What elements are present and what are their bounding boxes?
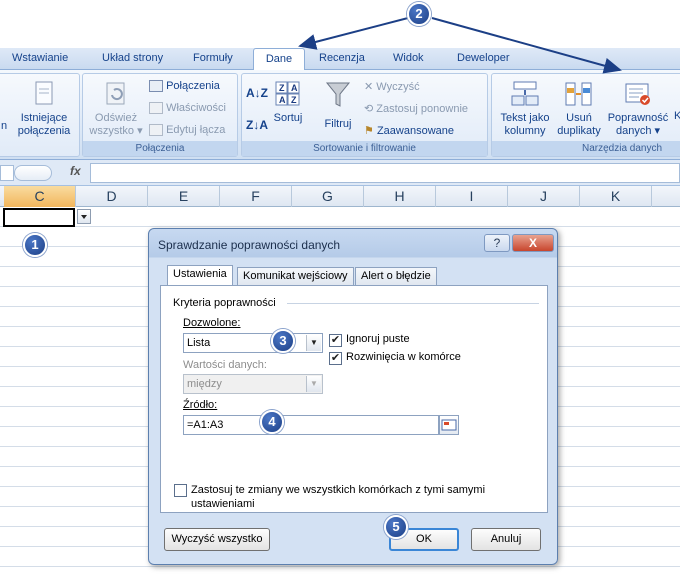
allow-select[interactable]: Lista ▼ [183,333,323,353]
source-label: Źródło: [183,399,218,411]
in-cell-dropdown-checkbox[interactable]: ✔ [329,352,342,365]
callout-badge-1: 1 [23,233,47,257]
close-button[interactable]: X [512,234,554,252]
collapse-dialog-icon [441,419,457,431]
callout-badge-2: 2 [407,2,431,26]
source-input[interactable]: =A1:A3 [183,415,439,435]
data-label: Wartości danych: [183,359,267,371]
ignore-blank-checkbox[interactable]: ✔ [329,334,342,347]
help-button[interactable]: ? [484,234,510,252]
callout-badge-4: 4 [260,410,284,434]
ignore-blank-label: Ignoruj puste [346,333,410,345]
data-select: między ▼ [183,374,323,394]
chevron-down-icon[interactable]: ▼ [306,335,321,351]
allow-value: Lista [187,337,211,349]
chevron-down-icon: ▼ [306,376,321,392]
data-value: między [187,378,222,390]
tab-settings[interactable]: Ustawienia [167,265,233,286]
callout-badge-3: 3 [271,329,295,353]
section-divider [287,303,539,304]
tab-input-message[interactable]: Komunikat wejściowy [237,267,354,286]
data-validation-dialog: Sprawdzanie poprawności danych ? X Ustaw… [148,228,558,565]
apply-all-label: Zastosuj te zmiany we wszystkich komórka… [191,484,486,496]
dialog-title: Sprawdzanie poprawności danych [158,238,341,252]
clear-all-button[interactable]: Wyczyść wszystko [164,528,270,551]
allow-label: Dozwolone: [183,317,241,329]
criteria-section-title: Kryteria poprawności [173,297,276,309]
range-picker-button[interactable] [439,415,459,435]
tab-error-alert[interactable]: Alert o błędzie [355,267,437,286]
in-cell-dropdown-label: Rozwinięcia w komórce [346,351,461,363]
apply-all-label-2: ustawieniami [191,498,255,510]
callout-badge-5: 5 [384,515,408,539]
cancel-button[interactable]: Anuluj [471,528,541,551]
apply-all-checkbox[interactable] [174,484,187,497]
